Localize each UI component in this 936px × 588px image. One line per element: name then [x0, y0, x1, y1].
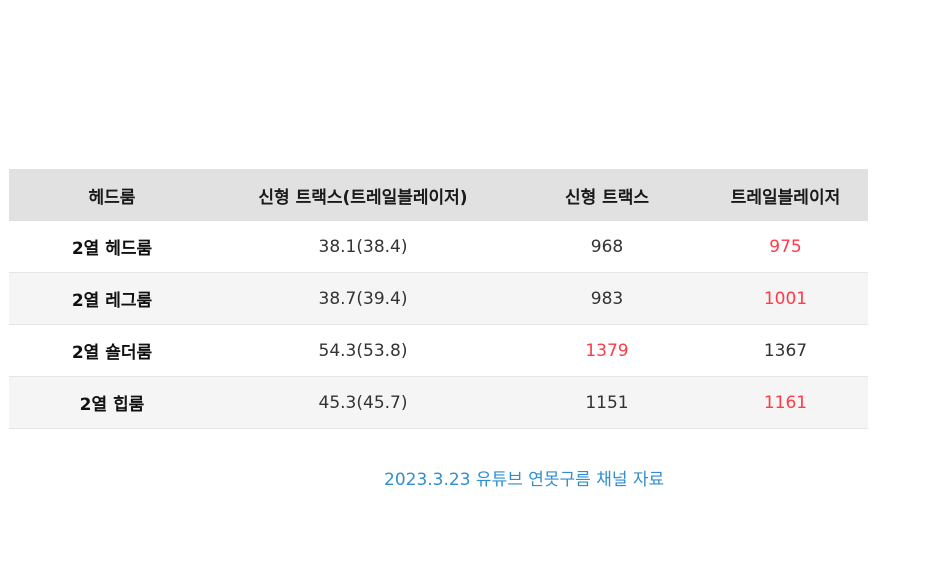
- trax-value: 968: [590, 236, 624, 257]
- comparison-table: 헤드룸 신형 트랙스(트레일블레이저) 신형 트랙스 트레일블레이저 2열 헤드…: [9, 169, 868, 429]
- header-trax-trailblazer: 신형 트랙스(트레일블레이저): [215, 169, 511, 221]
- combined-value: 38.1(38.4): [318, 236, 408, 257]
- row-label: 2열 레그룸: [9, 272, 215, 325]
- row-label: 2열 헤드룸: [71, 239, 153, 259]
- table-row: 2열 힙룸 45.3(45.7) 1151 1161: [9, 376, 868, 429]
- trax-value: 1151: [511, 376, 703, 429]
- source-note: 2023.3.23 유튜브 연못구름 채널 자료: [384, 470, 665, 490]
- combined-value: 54.3(53.8): [318, 340, 408, 361]
- trailblazer-value: 1161: [703, 376, 868, 429]
- table-row: 2열 숄더룸 54.3(53.8) 1379 1367: [9, 325, 868, 377]
- header-trax: 신형 트랙스: [511, 169, 703, 221]
- combined-value: 38.7(39.4): [215, 272, 511, 325]
- table-row: 2열 레그룸 38.7(39.4) 983 1001: [9, 272, 868, 325]
- table-row: 2열 헤드룸 38.1(38.4) 968 975: [9, 221, 868, 273]
- trailblazer-value: 975: [769, 236, 802, 257]
- header-headroom: 헤드룸: [9, 169, 215, 221]
- table-header-row: 헤드룸 신형 트랙스(트레일블레이저) 신형 트랙스 트레일블레이저: [9, 169, 868, 221]
- header-trailblazer: 트레일블레이저: [703, 169, 868, 221]
- page: 헤드룸 신형 트랙스(트레일블레이저) 신형 트랙스 트레일블레이저 2열 헤드…: [0, 0, 936, 588]
- trax-value: 1379: [585, 340, 629, 361]
- trax-value: 983: [511, 272, 703, 325]
- trailblazer-value: 1367: [763, 340, 808, 361]
- row-label: 2열 힙룸: [9, 376, 215, 429]
- row-label: 2열 숄더룸: [71, 343, 153, 363]
- combined-value: 45.3(45.7): [215, 376, 511, 429]
- trailblazer-value: 1001: [703, 272, 868, 325]
